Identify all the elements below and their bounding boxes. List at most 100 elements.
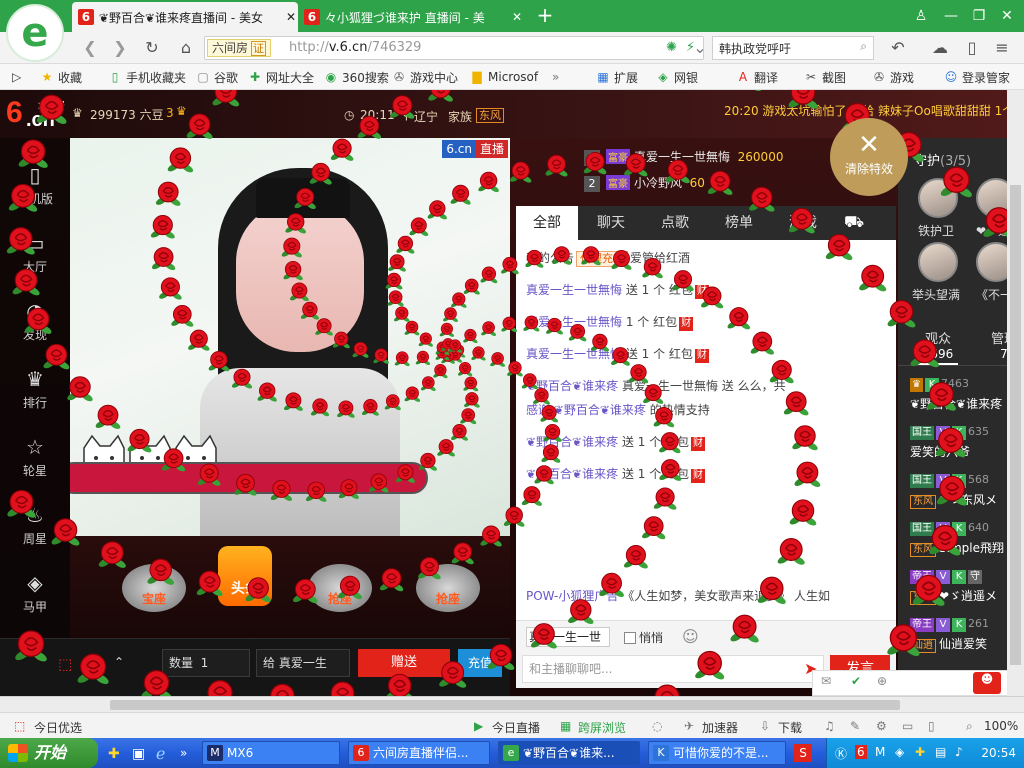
close-tab-icon[interactable]: ✕ — [510, 10, 524, 24]
security-icon[interactable]: ✺ — [666, 40, 677, 55]
menu-icon[interactable]: ≡ — [992, 38, 1012, 58]
phone-icon[interactable]: ▯ — [962, 38, 982, 58]
site-badge[interactable]: 六间房证 — [207, 39, 272, 57]
chat-input[interactable]: 和主播聊聊吧... — [522, 655, 824, 683]
guard-avatar[interactable] — [918, 242, 958, 282]
address-bar[interactable]: 六间房证 http://v.6.cn/746329 ✺ ⚡ — [204, 36, 704, 60]
search-box[interactable]: 韩执政党呼吁 ⌕ — [712, 36, 874, 60]
tab-audience[interactable]: 观众 1696 — [918, 328, 958, 365]
clear-effects-button[interactable]: ✕ 清除特效 — [830, 118, 908, 196]
toolbar-bank[interactable]: ◈ 网银 — [656, 69, 698, 85]
mute-icon[interactable]: ♫ — [824, 719, 835, 733]
live-video[interactable]: 6.cn 直播 — [70, 138, 510, 536]
forward-icon[interactable]: ❯ — [110, 38, 130, 58]
close-window-button[interactable]: ✕ — [996, 6, 1018, 26]
gift-name[interactable]: 么么 — [80, 657, 104, 674]
rank-row[interactable]: 2 富豪 小冷野风 60 — [584, 174, 705, 198]
chat-target-select[interactable]: 真爱一生一世 — [526, 627, 610, 647]
toolbar-games[interactable]: ✇ 游戏 — [872, 69, 914, 85]
reload-icon[interactable]: ↻ — [142, 38, 162, 58]
nav-rotation-star[interactable]: ☆ 轮星 — [0, 428, 70, 492]
tray-kugou-icon[interactable]: Ⓚ — [835, 745, 847, 762]
task-music[interactable]: K 可惜你爱的不是... — [648, 741, 786, 765]
message-user[interactable]: ❦野百合❦谁来疼 — [526, 379, 618, 393]
chevron-up-icon[interactable]: ⌃ — [114, 655, 124, 669]
skin-icon[interactable]: ♙ — [910, 6, 932, 26]
six-cn-logo[interactable]: 6 .cn 六间房 — [4, 96, 68, 132]
mail-icon[interactable]: ✉ — [821, 674, 831, 688]
tray-shield-icon[interactable]: ◈ — [895, 745, 904, 759]
minimize-button[interactable]: — — [940, 6, 962, 26]
message-user[interactable]: 感谢 ❦野百合❦谁来疼 — [526, 403, 646, 417]
nav-vest[interactable]: ◈ 马甲 — [0, 564, 70, 628]
toolbar-extensions[interactable]: ▦ 扩展 — [596, 69, 638, 85]
new-tab-button[interactable]: + — [534, 4, 556, 26]
bookmark-microsoft[interactable]: ▇ Microsof — [470, 69, 538, 85]
dropdown-icon[interactable]: ⌄ — [690, 38, 710, 58]
close-tab-icon[interactable]: ✕ — [284, 10, 298, 24]
vertical-scrollbar[interactable] — [1007, 90, 1024, 696]
emoji-icon[interactable]: ☺ — [682, 627, 699, 646]
display-icon[interactable]: ▯ — [928, 719, 935, 733]
tab-all[interactable]: 全部 — [516, 206, 578, 240]
toolbar-login-manager[interactable]: ☺ 登录管家 — [944, 69, 1010, 85]
scroll-thumb[interactable] — [1010, 185, 1021, 665]
brush-icon[interactable]: ✎ — [850, 719, 860, 733]
car-icon[interactable]: ⛟ — [844, 212, 864, 233]
recharge-agent-tag[interactable]: 代理充值 — [576, 251, 629, 267]
task-mx6[interactable]: M MX6 — [202, 741, 340, 765]
tray-mx6-icon[interactable]: M — [875, 745, 885, 759]
cloud-icon[interactable]: ☁ — [930, 38, 950, 58]
check-icon[interactable]: ✔ — [851, 674, 861, 688]
bookmark-favorites[interactable]: ★ 收藏 — [40, 69, 82, 85]
url-text[interactable]: http://v.6.cn/746329 — [289, 40, 421, 55]
toolbar-translate[interactable]: A 翻译 — [736, 69, 778, 85]
sogou-icon[interactable]: S — [794, 744, 812, 762]
tab-chat[interactable]: 聊天 — [580, 206, 642, 240]
task-six-cn-companion[interactable]: 6 六间房直播伴侣... — [348, 741, 490, 765]
tab-ranking[interactable]: 榜单 — [708, 206, 770, 240]
more-bookmarks-icon[interactable]: » — [552, 69, 559, 85]
nav-discover[interactable]: ◔ 发现 — [0, 292, 70, 356]
recipient-field[interactable]: 给 真爱一生 — [256, 649, 350, 677]
chat-bubble-icon[interactable]: ☻ — [973, 672, 1001, 694]
cross-screen-browse[interactable]: 跨屏浏览 — [578, 719, 626, 736]
bookmark-games[interactable]: ✇ 游戏中心 — [392, 69, 458, 85]
rank-row[interactable]: 1 富豪 真爱一生一世無悔 260000 — [584, 148, 783, 172]
message-user[interactable]: ❦野百合❦谁来疼 — [526, 435, 618, 449]
settings-icon[interactable]: ⚙ — [876, 719, 887, 733]
bookmark-mobile[interactable]: ▯ 手机收藏夹 — [108, 69, 186, 85]
browser-logo-icon[interactable]: e — [6, 4, 64, 62]
tray-six-cn-icon[interactable]: 6 — [855, 745, 867, 759]
tab-active[interactable]: 6 ❦野百合❦谁来疼直播间 - 美女 ✕ — [72, 2, 298, 32]
sidebar-toggle-icon[interactable]: ▷ — [12, 69, 21, 85]
message-user[interactable]: POW-小狐狸广告 — [526, 589, 618, 603]
more-quicklaunch-icon[interactable]: » — [180, 746, 187, 760]
search-icon[interactable]: ⌕ — [860, 39, 867, 54]
zoom-icon[interactable]: ⊕ — [877, 674, 887, 688]
zoom-level[interactable]: 100% — [984, 719, 1018, 733]
family-badge[interactable]: 东风 — [476, 108, 504, 123]
tray-360-icon[interactable]: ✚ — [915, 745, 925, 759]
today-picks[interactable]: 今日优选 — [34, 719, 82, 736]
today-live[interactable]: 今日直播 — [492, 719, 540, 736]
home-icon[interactable]: ⌂ — [176, 38, 196, 58]
bookmark-google[interactable]: ▢ 谷歌 — [196, 69, 238, 85]
nav-hall[interactable]: ▭ 大厅 — [0, 224, 70, 288]
tray-network-icon[interactable]: ▤ — [935, 745, 946, 759]
message-user[interactable]: 真爱一生一世無悔 — [526, 283, 622, 297]
desktop-icon[interactable]: ▣ — [132, 746, 145, 762]
undo-icon[interactable]: ↶ — [888, 38, 908, 58]
task-browser[interactable]: e ❦野百合❦谁来... — [498, 741, 640, 765]
toutiao-button[interactable]: 头条 — [218, 546, 272, 606]
downloads[interactable]: 下载 — [778, 719, 802, 736]
tab-songs[interactable]: 点歌 — [644, 206, 706, 240]
tab-inactive[interactable]: 6 々小狐狸づ谁来护 直播间 - 美 ✕ — [298, 2, 524, 32]
nav-ranking[interactable]: ♛ 排行 — [0, 360, 70, 424]
tray-volume-icon[interactable]: ♪ — [955, 745, 963, 759]
layout-icon[interactable]: ▭ — [902, 719, 913, 733]
quicklaunch-icon[interactable]: ✚ — [108, 746, 120, 762]
bookmark-360search[interactable]: ◉ 360搜索 — [324, 69, 389, 85]
scroll-thumb[interactable] — [110, 700, 900, 710]
message-user[interactable]: ❦野百合❦谁来疼 — [526, 467, 618, 481]
